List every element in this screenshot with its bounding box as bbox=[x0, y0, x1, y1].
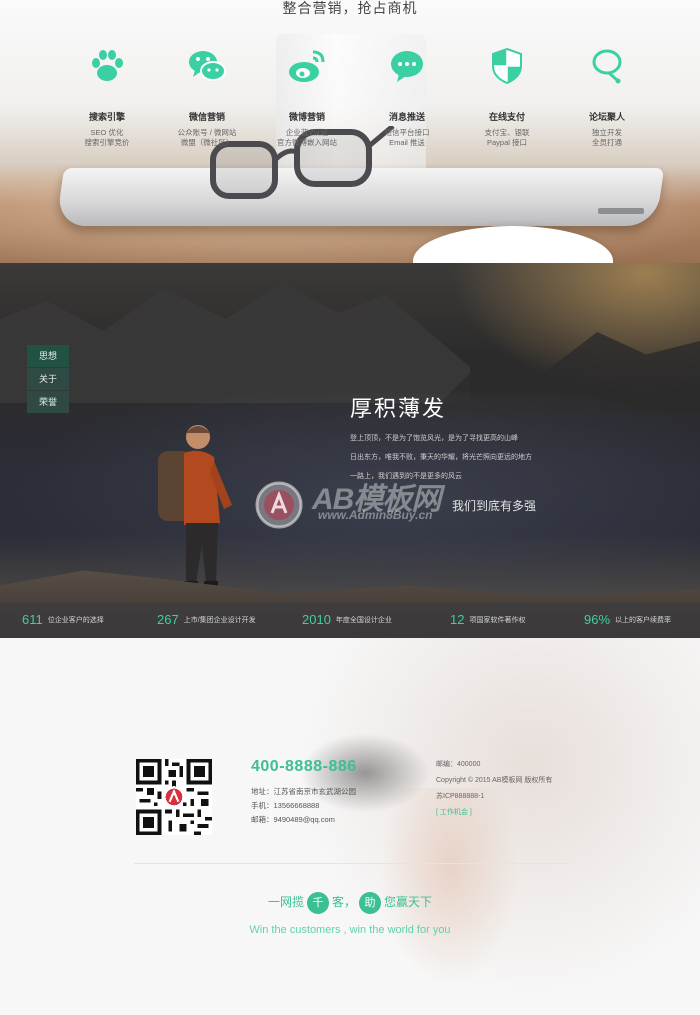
feature-line: 独立开发 bbox=[592, 128, 622, 137]
feature-line: 公众账号 / 微网站 bbox=[177, 128, 237, 137]
side-nav-item-honor[interactable]: 荣誉 bbox=[27, 391, 69, 413]
footer-slogan: 一网揽千客，助您赢天下 bbox=[0, 892, 700, 914]
watermark-logo-icon bbox=[255, 481, 303, 529]
chat-bubble-icon bbox=[391, 51, 423, 82]
slogan-highlight: 千 bbox=[306, 892, 329, 914]
about-slogan: 我们到底有多强 bbox=[452, 499, 537, 513]
feature-line: 短信平台接口 bbox=[384, 128, 430, 137]
slogan-highlight: 助 bbox=[359, 892, 381, 914]
feature-push[interactable]: 消息推送 短信平台接口 Email 推送 bbox=[357, 44, 457, 154]
feature-forum[interactable]: 论坛聚人 独立开发 全员打通 bbox=[557, 44, 657, 154]
stat-item: 267 上市/集团企业设计开发 bbox=[157, 611, 256, 629]
stat-number: 2010 bbox=[302, 612, 331, 628]
feature-payment[interactable]: 在线支付 支付宝、银联 Paypal 接口 bbox=[457, 44, 557, 154]
feature-name: 消息推送 bbox=[388, 112, 425, 122]
about-line: 登上顶顶，不是为了饱览风光，是为了寻找更高的山峰 bbox=[350, 435, 518, 442]
side-nav-item-about[interactable]: 关于 bbox=[27, 368, 69, 390]
site-info: 邮编：400000 Copyright © 2015 AB模板网 版权所有 苏I… bbox=[436, 759, 552, 823]
stat-label: 项国家软件著作权 bbox=[469, 616, 526, 624]
feature-line: 官方微博嵌入网站 bbox=[277, 138, 337, 147]
feature-name: 搜索引擎 bbox=[88, 112, 125, 122]
feature-line: 企业蓝V认证 bbox=[285, 128, 329, 137]
postcode: 邮编：400000 bbox=[436, 761, 481, 768]
footer-slogan-en: Win the customers , win the world for yo… bbox=[249, 924, 451, 936]
feature-weibo[interactable]: 微博营销 企业蓝V认证 官方微博嵌入网站 bbox=[257, 44, 357, 154]
stats-bar: 611 位企业客户的选择 267 上市/集团企业设计开发 2010 年度全国设计企业 … bbox=[0, 603, 700, 638]
slogan-part: 客， bbox=[331, 895, 356, 909]
feature-line: 支付宝、银联 bbox=[484, 128, 530, 137]
feature-name: 微信营销 bbox=[188, 112, 225, 122]
slogan-part: 一网揽 bbox=[267, 895, 304, 909]
marketing-section: 整合营销，抢占商机 搜索引擎 SEO 优化 搜索引擎竞价 微信营销 公众账号 /… bbox=[0, 0, 700, 263]
stat-item: 2010 年度全国设计企业 bbox=[302, 611, 392, 629]
feature-line: SEO 优化 bbox=[90, 128, 124, 137]
stat-item: 96% 以上的客户续费率 bbox=[584, 611, 671, 629]
feature-line: 全员打通 bbox=[592, 138, 622, 147]
feature-list: 搜索引擎 SEO 优化 搜索引擎竞价 微信营销 公众账号 / 微网站 微盟（微社… bbox=[57, 44, 657, 154]
jobs-link[interactable]: [ 工作机会 ] bbox=[436, 807, 552, 823]
background-hiker bbox=[158, 425, 232, 589]
feature-name: 微博营销 bbox=[288, 112, 325, 122]
side-nav-item-thought[interactable]: 思想 bbox=[27, 345, 69, 367]
weibo-icon bbox=[289, 50, 325, 82]
stat-item: 611 位企业客户的选择 bbox=[22, 611, 104, 629]
stat-item: 12 项国家软件著作权 bbox=[450, 611, 525, 629]
contact-mobile: 手机：13566668888 bbox=[251, 801, 320, 810]
paw-icon bbox=[92, 50, 123, 81]
feature-name: 论坛聚人 bbox=[588, 112, 625, 122]
feature-line: 搜索引擎竞价 bbox=[84, 138, 130, 147]
contact-details: 地址：江苏省南京市玄武湖公园 手机：13566668888 邮箱：9490489… bbox=[251, 786, 356, 828]
copyright: Copyright © 2015 AB模板网 版权所有 bbox=[436, 777, 553, 784]
feature-line: Email 推送 bbox=[389, 138, 425, 147]
stat-label: 以上的客户续费率 bbox=[615, 616, 672, 624]
feature-line: 微盟（微社区） bbox=[180, 138, 234, 147]
hotline[interactable]: 400-8888-886 bbox=[251, 758, 357, 776]
stat-label: 年度全国设计企业 bbox=[335, 616, 392, 624]
background-laptop-port bbox=[598, 208, 644, 214]
about-section: 思想 关于 荣誉 厚积薄发 登上顶顶，不是为了饱览风光，是为了寻找更高的山峰 日… bbox=[0, 263, 700, 638]
forum-icon bbox=[592, 49, 622, 84]
feature-search-engine[interactable]: 搜索引擎 SEO 优化 搜索引擎竞价 bbox=[57, 44, 157, 154]
stat-number: 611 bbox=[22, 612, 43, 628]
background-mountain bbox=[0, 283, 470, 403]
icp-number[interactable]: 苏ICP888888-1 bbox=[436, 791, 552, 807]
section-title: 整合营销，抢占商机 bbox=[282, 0, 418, 16]
qr-code[interactable] bbox=[136, 759, 212, 835]
shield-icon bbox=[492, 47, 522, 85]
slogan-part: 您赢天下 bbox=[384, 895, 433, 909]
contact-section: 400-8888-886 地址：江苏省南京市玄武湖公园 手机：135666688… bbox=[0, 638, 700, 1015]
watermark-url: www.Admin8Buy.cn bbox=[318, 508, 433, 522]
stat-number: 267 bbox=[157, 612, 179, 628]
stat-number: 12 bbox=[450, 612, 465, 628]
stat-label: 上市/集团企业设计开发 bbox=[183, 616, 256, 624]
contact-address: 地址：江苏省南京市玄武湖公园 bbox=[251, 787, 356, 796]
feature-line: Paypal 接口 bbox=[486, 138, 528, 147]
contact-email[interactable]: 邮箱：9490489@qq.com bbox=[251, 814, 356, 828]
divider bbox=[134, 863, 568, 864]
about-title: 厚积薄发 bbox=[350, 397, 447, 422]
stat-number: 96% bbox=[584, 612, 611, 628]
stat-label: 位企业客户的选择 bbox=[47, 616, 104, 624]
feature-name: 在线支付 bbox=[488, 112, 525, 122]
side-nav: 思想 关于 荣誉 bbox=[27, 345, 69, 414]
feature-wechat[interactable]: 微信营销 公众账号 / 微网站 微盟（微社区） bbox=[157, 44, 257, 154]
wechat-icon bbox=[189, 51, 226, 81]
watermark: AB模板网 www.Admin8Buy.cn bbox=[252, 468, 452, 538]
